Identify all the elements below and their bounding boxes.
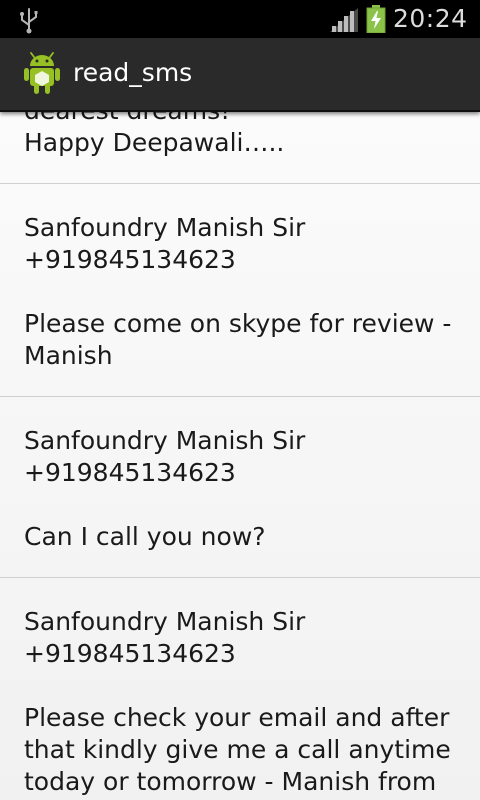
android-icon[interactable] [22,52,62,96]
sms-list[interactable]: dearest dreams! Happy Deepawali….. Sanfo… [0,110,480,800]
battery-charging-icon [366,5,386,33]
app-title: read_sms [73,58,193,87]
usb-icon [20,8,38,34]
sms-list-item[interactable]: Sanfoundry Manish Sir +919845134623 Can … [0,397,480,578]
status-bar: 20:24 [0,0,480,38]
sms-list-item[interactable]: dearest dreams! Happy Deepawali….. [0,110,480,184]
sms-list-item[interactable]: Sanfoundry Manish Sir +919845134623 Plea… [0,578,480,800]
sms-list-item[interactable]: Sanfoundry Manish Sir +919845134623 Plea… [0,184,480,397]
signal-icon [330,8,358,32]
status-time: 20:24 [393,4,468,33]
sms-list-container[interactable]: dearest dreams! Happy Deepawali….. Sanfo… [0,110,480,800]
action-bar: read_sms [0,38,480,112]
